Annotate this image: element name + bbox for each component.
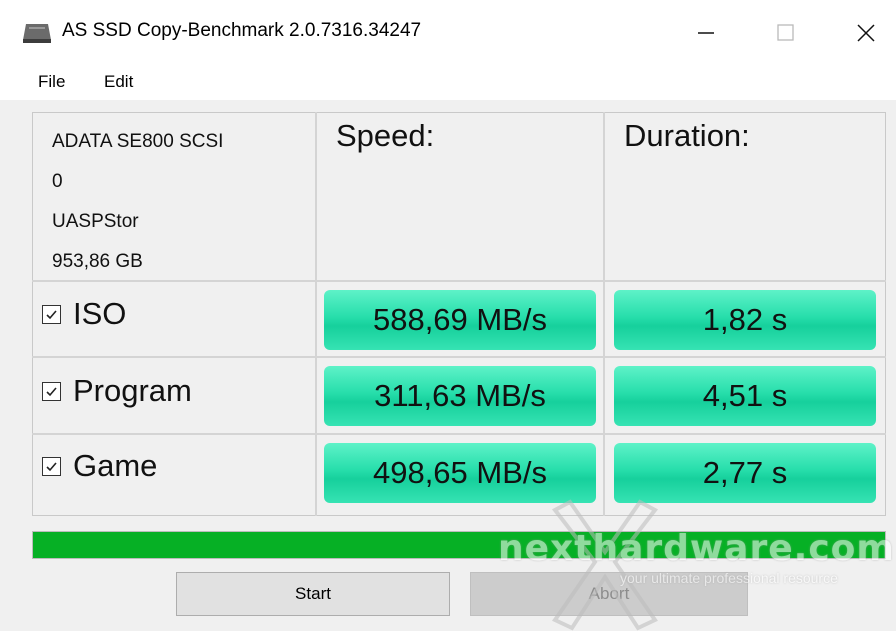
maximize-button[interactable] bbox=[756, 8, 816, 58]
menu-edit[interactable]: Edit bbox=[104, 72, 133, 92]
maximize-icon bbox=[777, 24, 794, 41]
minimize-icon bbox=[698, 32, 714, 34]
app-window: AS SSD Copy-Benchmark 2.0.7316.34247 Fil… bbox=[0, 0, 896, 631]
window-title: AS SSD Copy-Benchmark 2.0.7316.34247 bbox=[62, 20, 422, 41]
checkmark-icon bbox=[46, 309, 57, 319]
program-speed-result: 311,63 MB/s bbox=[324, 366, 596, 426]
minimize-button[interactable] bbox=[676, 8, 736, 58]
close-icon bbox=[857, 24, 875, 42]
drive-driver: UASPStor bbox=[52, 211, 139, 232]
drive-id: 0 bbox=[52, 171, 63, 192]
close-button[interactable] bbox=[836, 8, 896, 58]
iso-speed-result: 588,69 MB/s bbox=[324, 290, 596, 350]
program-checkbox[interactable] bbox=[42, 381, 61, 401]
game-label: Game bbox=[73, 448, 158, 483]
grid-divider bbox=[32, 356, 886, 358]
row-game[interactable]: Game bbox=[42, 448, 157, 484]
grid-divider bbox=[315, 112, 317, 516]
abort-button[interactable]: Abort bbox=[470, 572, 748, 616]
checkmark-icon bbox=[46, 386, 57, 396]
grid-divider bbox=[32, 433, 886, 435]
duration-header: Duration: bbox=[624, 118, 750, 153]
game-duration-result: 2,77 s bbox=[614, 443, 876, 503]
iso-label: ISO bbox=[73, 296, 127, 331]
menu-bar: File Edit bbox=[0, 66, 896, 100]
program-duration-result: 4,51 s bbox=[614, 366, 876, 426]
title-bar: AS SSD Copy-Benchmark 2.0.7316.34247 bbox=[0, 0, 896, 66]
row-iso[interactable]: ISO bbox=[42, 296, 126, 332]
menu-file[interactable]: File bbox=[38, 72, 65, 92]
game-checkbox[interactable] bbox=[42, 456, 61, 476]
drive-capacity: 953,86 GB bbox=[52, 251, 143, 272]
progress-bar bbox=[32, 531, 886, 559]
checkmark-icon bbox=[46, 461, 57, 471]
grid-divider bbox=[603, 112, 605, 516]
program-label: Program bbox=[73, 373, 192, 408]
progress-fill bbox=[33, 532, 885, 558]
iso-duration-result: 1,82 s bbox=[614, 290, 876, 350]
speed-header: Speed: bbox=[336, 118, 435, 153]
game-speed-result: 498,65 MB/s bbox=[324, 443, 596, 503]
drive-model: ADATA SE800 SCSI bbox=[52, 131, 224, 152]
drive-info: ADATA SE800 SCSI 0 UASPStor 953,86 GB bbox=[52, 122, 223, 282]
disk-drive-icon bbox=[23, 24, 51, 43]
start-button[interactable]: Start bbox=[176, 572, 450, 616]
iso-checkbox[interactable] bbox=[42, 304, 61, 324]
row-program[interactable]: Program bbox=[42, 373, 192, 409]
